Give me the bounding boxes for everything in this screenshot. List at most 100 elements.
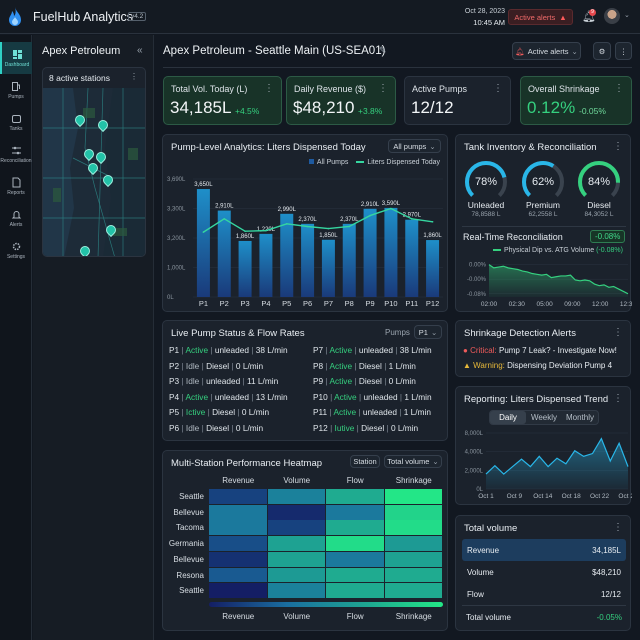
- heatmap-cell[interactable]: [326, 583, 384, 599]
- settings-button[interactable]: ⚙: [593, 42, 611, 60]
- total-row[interactable]: Flow 12/12: [462, 583, 626, 605]
- heatmap-cell[interactable]: [267, 520, 326, 536]
- heatmap-cell[interactable]: [326, 520, 384, 536]
- pump-select[interactable]: P1 ⌄: [414, 325, 442, 339]
- total-row[interactable]: Volume $48,210: [462, 561, 626, 583]
- bar[interactable]: [426, 240, 440, 297]
- tab-weekly[interactable]: Weekly: [526, 411, 562, 424]
- heatmap-cell[interactable]: [267, 567, 326, 583]
- kpi-card[interactable]: Daily Revenue ($) ⋮ $48,210 +3.8%: [286, 76, 396, 125]
- chevron-down-icon: ⌄: [429, 141, 436, 151]
- pump-status-row[interactable]: P5 | Ictive | Diesel | 0 L/min: [169, 407, 269, 423]
- more-icon[interactable]: ⋮: [613, 522, 623, 533]
- total-row[interactable]: Revenue 34,185L: [462, 539, 626, 561]
- row-label: Seattle: [179, 586, 204, 596]
- bar[interactable]: [217, 210, 231, 297]
- heatmap-cell[interactable]: [326, 504, 384, 520]
- critical-alert[interactable]: ● Critical: Pump 7 Leak? - Investigate N…: [463, 346, 617, 355]
- active-alerts-dropdown[interactable]: 🔔︎ Active alerts ⌄: [512, 42, 581, 60]
- heatmap-cell[interactable]: [209, 504, 267, 520]
- version-badge: v4.2: [128, 12, 147, 21]
- pump-rate: 1 L/min: [388, 360, 416, 371]
- heatmap-cell[interactable]: [209, 536, 267, 551]
- heatmap-cell[interactable]: [384, 520, 443, 536]
- heatmap-cell[interactable]: [384, 536, 443, 551]
- bar[interactable]: [384, 207, 398, 297]
- heatmap-cell[interactable]: [384, 489, 443, 504]
- heatmap-cell[interactable]: [267, 504, 326, 520]
- pump-status-row[interactable]: P10 | Active | unleaded | 1 L/min: [313, 392, 432, 408]
- bar[interactable]: [280, 213, 294, 297]
- heatmap-cell[interactable]: [209, 583, 267, 599]
- nav-settings[interactable]: Settings: [0, 234, 32, 266]
- more-icon[interactable]: ⋮: [264, 83, 274, 94]
- heatmap-cell[interactable]: [209, 551, 267, 567]
- nav-reconciliation[interactable]: Reconciliation: [0, 138, 32, 170]
- user-avatar[interactable]: [604, 8, 620, 24]
- more-icon[interactable]: ⋮: [613, 141, 623, 152]
- nav-tanks[interactable]: Tanks: [0, 106, 32, 138]
- pump-status-row[interactable]: P4 | Active | unleaded | 13 L/min: [169, 392, 288, 408]
- bar[interactable]: [196, 189, 210, 297]
- pump-filter-dropdown[interactable]: All pumps ⌄: [388, 139, 441, 153]
- pump-status-row[interactable]: P8 | Active | Diesel | 1 L/min: [313, 361, 416, 377]
- heatmap-cell[interactable]: [384, 583, 443, 599]
- metric-dropdown[interactable]: Total volume ⌄: [384, 455, 442, 468]
- kpi-card[interactable]: Overall Shrinkage ⋮ 0.12% -0.05%: [520, 76, 632, 125]
- nav-dashboard[interactable]: Dashboard: [0, 42, 32, 74]
- pump-status-row[interactable]: P11 | Active | unleaded | 1 L/min: [313, 407, 431, 423]
- pump-rate: 0 L/min: [235, 422, 264, 433]
- heatmap-cell[interactable]: [267, 489, 326, 504]
- heatmap-cell[interactable]: [326, 567, 384, 583]
- pump-status-row[interactable]: P9 | Active | Diesel | 0 L/min: [313, 376, 416, 392]
- nav-reports[interactable]: Reports: [0, 170, 32, 202]
- line-point: [410, 218, 413, 220]
- edit-pencil-icon[interactable]: ✎: [379, 45, 387, 56]
- more-icon[interactable]: ⋮: [378, 83, 388, 94]
- live-pump-status-card: Live Pump Status & Flow Rates Pumps P1 ⌄ …: [162, 320, 448, 441]
- bar[interactable]: [301, 223, 315, 297]
- pump-status-row[interactable]: P2 | Idle | Diesel | 0 L/min: [169, 361, 263, 377]
- more-options-button[interactable]: ⋮: [615, 42, 632, 60]
- heatmap-cell[interactable]: [267, 583, 326, 599]
- collapse-icon[interactable]: «: [137, 45, 143, 56]
- kpi-card[interactable]: Active Pumps ⋮ 12/12: [404, 76, 511, 125]
- heatmap-cell[interactable]: [267, 551, 326, 567]
- pump-status-row[interactable]: P12 | Iutive | Diesel | 0 L/min: [313, 423, 418, 439]
- bar[interactable]: [259, 233, 273, 297]
- more-icon[interactable]: ⋮: [614, 83, 624, 94]
- bar[interactable]: [363, 208, 377, 297]
- pump-status-row[interactable]: P1 | Active | unleaded | 38 L/min: [169, 345, 288, 361]
- heatmap-cell[interactable]: [384, 504, 443, 520]
- nav-pumps[interactable]: Pumps: [0, 74, 32, 106]
- bar[interactable]: [405, 219, 419, 297]
- more-icon[interactable]: ⋮: [613, 393, 623, 404]
- warning-alert[interactable]: ▲ Warning: Dispensing Deviation Pump 4: [463, 361, 612, 370]
- more-icon[interactable]: ⋮: [493, 83, 503, 94]
- nav-alerts[interactable]: Alerts: [0, 202, 32, 234]
- more-icon[interactable]: ⋮: [130, 72, 138, 81]
- heatmap-cell[interactable]: [209, 567, 267, 583]
- heatmap-cell[interactable]: [326, 489, 384, 504]
- heatmap-cell[interactable]: [209, 520, 267, 536]
- chevron-down-icon[interactable]: ⌄: [624, 11, 630, 19]
- pump-status-row[interactable]: P6 | Idle | Diesel | 0 L/min: [169, 423, 263, 439]
- pump-status-row[interactable]: P3 | Idle | unleaded | 11 L/min: [169, 376, 278, 392]
- pump-status-row[interactable]: P7 | Active | unleaded | 38 L/min: [313, 345, 432, 361]
- heatmap-cell[interactable]: [326, 551, 384, 567]
- tab-monthly[interactable]: Monthly: [562, 411, 598, 424]
- bar[interactable]: [342, 223, 356, 297]
- pump-rate: 0 L/min: [388, 376, 416, 386]
- kpi-card[interactable]: Total Vol. Today (L) ⋮ 34,185L +4.5%: [163, 76, 282, 125]
- heatmap-cell[interactable]: [209, 489, 267, 504]
- station-filter-button[interactable]: Station: [350, 455, 380, 468]
- heatmap-cell[interactable]: [384, 551, 443, 567]
- active-alerts-header-button[interactable]: Active alerts ▲: [508, 9, 573, 25]
- heatmap-cell[interactable]: [384, 567, 443, 583]
- heatmap-cell[interactable]: [326, 536, 384, 551]
- bar[interactable]: [238, 240, 252, 297]
- tab-daily[interactable]: Daily: [490, 411, 526, 424]
- bar[interactable]: [321, 239, 335, 297]
- more-icon[interactable]: ⋮: [613, 327, 623, 338]
- heatmap-cell[interactable]: [267, 536, 326, 551]
